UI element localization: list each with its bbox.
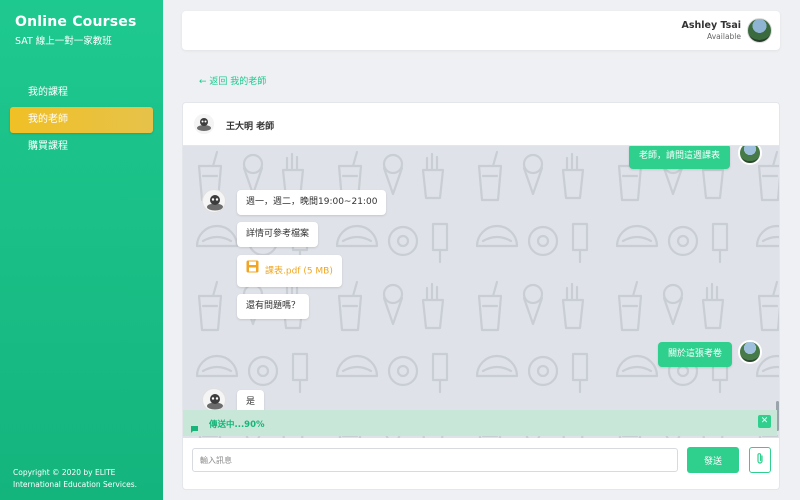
send-button[interactable]: 發送 xyxy=(687,447,739,473)
brand-title: Online Courses xyxy=(15,14,137,30)
sidebar-nav: 我的課程 我的老師 購買課程 xyxy=(10,80,153,161)
message-input[interactable] xyxy=(192,448,678,472)
top-header: Ashley Tsai Available xyxy=(182,11,780,50)
message-list[interactable]: 老師，請問這週課表 週一，週二，晚間19:00~21:00 詳情可參考檔案 課表… xyxy=(183,146,779,438)
teacher-name: 王大明 老師 xyxy=(226,122,275,132)
brand-subtitle: SAT 線上一對一家教班 xyxy=(15,36,112,47)
sidebar-item-my-teachers[interactable]: 我的老師 xyxy=(10,107,153,133)
sidebar-item-buy-courses[interactable]: 購買課程 xyxy=(10,134,153,160)
user-avatar-icon xyxy=(738,340,762,364)
user-status: Available xyxy=(707,32,741,41)
file-attachment-message[interactable]: 課表.pdf (5 MB) xyxy=(237,255,342,287)
copyright: Copyright © 2020 by ELITE International … xyxy=(13,468,137,489)
sidebar: Online Courses SAT 線上一對一家教班 我的課程 我的老師 購買… xyxy=(0,0,163,500)
file-name: 課表.pdf (5 MB) xyxy=(265,266,333,277)
message-incoming: 週一，週二，晚間19:00~21:00 xyxy=(237,190,387,215)
teacher-avatar-icon xyxy=(194,114,214,134)
message-incoming: 還有問題嗎？ xyxy=(237,294,310,319)
message-flag-icon xyxy=(190,419,199,438)
back-link[interactable]: ← 返回 我的老師 xyxy=(199,74,266,87)
paperclip-icon xyxy=(755,452,765,468)
close-icon[interactable]: ✕ xyxy=(758,415,771,428)
user-avatar-icon[interactable] xyxy=(747,18,772,43)
chat-header: 王大明 老師 xyxy=(183,103,779,146)
upload-progress-bar: 傳送中...90% ✕ xyxy=(183,410,777,436)
teacher-avatar-icon xyxy=(202,189,226,213)
chat-panel: 王大明 老師 老師，請問這週課表 週一，週二，晚間19:00~21:00 詳情可… xyxy=(182,102,780,490)
message-outgoing: 關於這張考卷 xyxy=(658,342,733,367)
message-incoming: 詳情可參考檔案 xyxy=(237,222,319,247)
teacher-avatar-icon xyxy=(202,388,226,412)
sidebar-item-my-courses[interactable]: 我的課程 xyxy=(10,80,153,106)
user-name: Ashley Tsai xyxy=(681,20,741,31)
floppy-disk-icon xyxy=(246,255,259,287)
message-outgoing: 老師，請問這週課表 xyxy=(629,146,731,169)
message-composer: 發送 xyxy=(183,438,779,489)
upload-status-text: 傳送中...90% xyxy=(209,420,265,430)
attach-button[interactable] xyxy=(749,447,771,473)
